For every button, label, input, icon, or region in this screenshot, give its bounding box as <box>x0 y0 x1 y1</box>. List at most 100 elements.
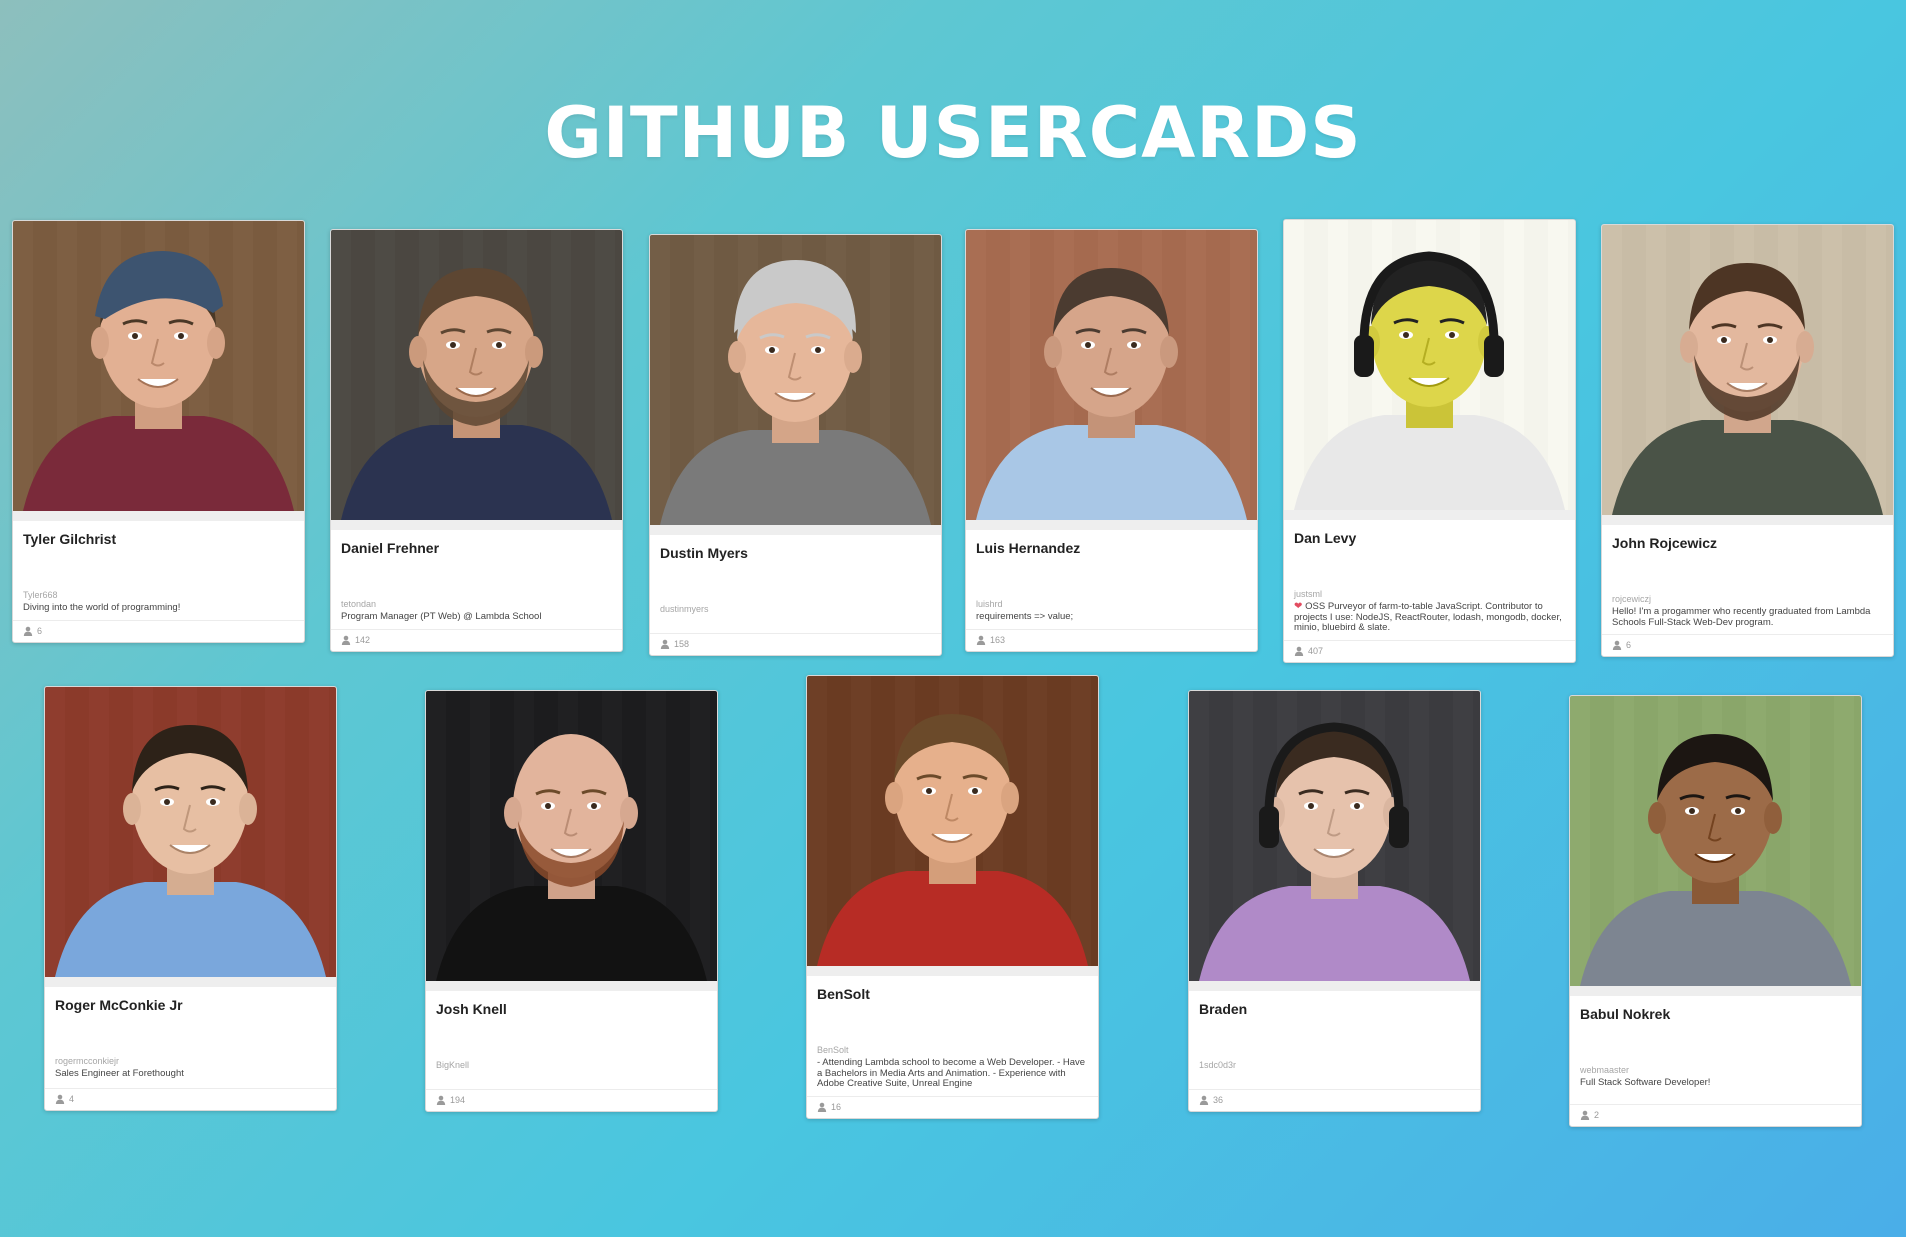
user-username: dustinmyers <box>660 604 709 614</box>
card-body: Tyler Gilchrist Tyler668 Diving into the w… <box>13 531 304 614</box>
user-name: Tyler Gilchrist <box>23 531 117 547</box>
followers-icon <box>1199 1095 1209 1105</box>
card-footer: 16 <box>807 1095 1098 1118</box>
followers-icon <box>817 1102 827 1112</box>
card-body: Roger McConkie Jr rogermcconkiejr Sales En… <box>45 997 336 1082</box>
user-avatar <box>13 221 304 511</box>
followers-icon <box>660 639 670 649</box>
user-bio-text: Sales Engineer at Forethought <box>55 1068 184 1079</box>
photo-divider <box>650 525 941 535</box>
user-bio: Hello! I'm a progammer who recently grad… <box>1612 606 1883 628</box>
followers-icon <box>1294 646 1304 656</box>
user-avatar <box>650 235 941 525</box>
card-body: Braden 1sdc0d3r <box>1189 1001 1480 1083</box>
followers-icon <box>55 1094 65 1104</box>
user-card: Babul Nokrek webmaaster Full Stack Softwar… <box>1569 695 1862 1127</box>
user-name: Dan Levy <box>1294 530 1357 546</box>
user-avatar <box>331 230 622 520</box>
user-avatar <box>966 230 1257 520</box>
card-footer: 6 <box>1602 634 1893 656</box>
card-footer: 407 <box>1284 639 1575 662</box>
user-username: tetondan <box>341 599 377 609</box>
user-username: 1sdc0d3r <box>1199 1060 1237 1070</box>
user-name: Babul Nokrek <box>1580 1006 1671 1022</box>
followers-count: 36 <box>1213 1095 1224 1105</box>
user-card: Dustin Myers dustinmyers 158 <box>649 234 942 656</box>
user-name: Braden <box>1199 1001 1248 1017</box>
user-username: BenSolt <box>817 1045 849 1055</box>
photo-divider <box>807 966 1098 976</box>
user-card: Daniel Frehner tetondan Program Manager (P… <box>330 229 623 652</box>
card-body: BenSolt BenSolt - Attending Lambda school … <box>807 986 1098 1090</box>
photo-divider <box>13 511 304 521</box>
user-bio-text: requirements => value; <box>976 611 1074 622</box>
card-body: Dustin Myers dustinmyers <box>650 545 941 627</box>
page-title: GITHUB USERCARDS <box>544 92 1362 174</box>
photo-divider <box>966 520 1257 530</box>
card-footer: 158 <box>650 633 941 655</box>
user-name: Josh Knell <box>436 1001 507 1017</box>
user-avatar <box>426 691 717 981</box>
user-avatar <box>45 687 336 977</box>
followers-icon <box>1580 1110 1590 1120</box>
user-card: Josh Knell BigKnell 194 <box>425 690 718 1112</box>
user-card: Braden 1sdc0d3r 36 <box>1188 690 1481 1112</box>
followers-count: 16 <box>831 1101 842 1112</box>
user-bio: - Attending Lambda school to become a We… <box>817 1057 1088 1090</box>
user-bio: Full Stack Software Developer! <box>1580 1077 1851 1089</box>
user-card: Dan Levy justsml ❤ OSS Purveyor of farm-to… <box>1283 219 1576 663</box>
user-username: rogermcconkiejr <box>55 1056 120 1066</box>
user-name: Dustin Myers <box>660 545 748 561</box>
user-name: Daniel Frehner <box>341 540 440 556</box>
followers-count: 6 <box>37 625 43 636</box>
card-body: Daniel Frehner tetondan Program Manager (P… <box>331 540 622 623</box>
card-footer: 6 <box>13 619 304 642</box>
user-avatar <box>1284 220 1575 510</box>
user-bio: Sales Engineer at Forethought <box>55 1068 326 1080</box>
user-username: luishrd <box>976 599 1003 609</box>
photo-divider <box>1189 981 1480 991</box>
card-footer: 36 <box>1189 1089 1480 1111</box>
card-body: Josh Knell BigKnell <box>426 1001 717 1083</box>
card-footer: 194 <box>426 1089 717 1111</box>
followers-count: 4 <box>69 1094 75 1104</box>
user-avatar <box>1189 691 1480 981</box>
followers-icon <box>23 626 33 636</box>
user-card: John Rojcewicz rojcewiczj Hello! I'm a pro… <box>1601 224 1894 657</box>
card-body: Dan Levy justsml ❤ OSS Purveyor of farm-to… <box>1284 530 1575 634</box>
card-footer: 142 <box>331 628 622 651</box>
followers-count: 158 <box>674 639 690 649</box>
card-footer: 163 <box>966 628 1257 651</box>
user-bio-text: - Attending Lambda school to become a We… <box>817 1057 1086 1089</box>
user-avatar <box>1602 225 1893 515</box>
user-name: BenSolt <box>817 986 870 1002</box>
followers-count: 194 <box>450 1095 466 1105</box>
followers-icon <box>436 1095 446 1105</box>
user-bio: Diving into the world of programming! <box>23 602 294 614</box>
user-card: Tyler Gilchrist Tyler668 Diving into the w… <box>12 220 305 643</box>
user-bio-text: Full Stack Software Developer! <box>1580 1077 1711 1088</box>
card-footer: 4 <box>45 1088 336 1110</box>
user-bio: Program Manager (PT Web) @ Lambda School <box>341 611 612 623</box>
user-card: BenSolt BenSolt - Attending Lambda school … <box>806 675 1099 1119</box>
user-username: webmaaster <box>1580 1065 1630 1075</box>
photo-divider <box>331 520 622 530</box>
user-bio-text: Diving into the world of programming! <box>23 602 181 613</box>
user-username: BigKnell <box>436 1060 470 1070</box>
card-body: Babul Nokrek webmaaster Full Stack Softwar… <box>1570 1006 1861 1098</box>
photo-divider <box>426 981 717 991</box>
user-name: Roger McConkie Jr <box>55 997 183 1013</box>
heart-icon: ❤ <box>1294 601 1306 612</box>
user-bio: requirements => value; <box>976 611 1247 623</box>
user-card: Luis Hernandez luishrd requirements => val… <box>965 229 1258 652</box>
followers-count: 142 <box>355 634 371 645</box>
card-body: Luis Hernandez luishrd requirements => val… <box>966 540 1257 623</box>
card-footer: 2 <box>1570 1104 1861 1126</box>
user-bio-text: Program Manager (PT Web) @ Lambda School <box>341 611 542 622</box>
followers-count: 407 <box>1308 645 1324 656</box>
followers-count: 163 <box>990 634 1006 645</box>
photo-divider <box>45 977 336 987</box>
user-bio-text: OSS Purveyor of farm-to-table JavaScript… <box>1294 601 1562 633</box>
followers-icon <box>1612 640 1622 650</box>
photo-divider <box>1284 510 1575 520</box>
